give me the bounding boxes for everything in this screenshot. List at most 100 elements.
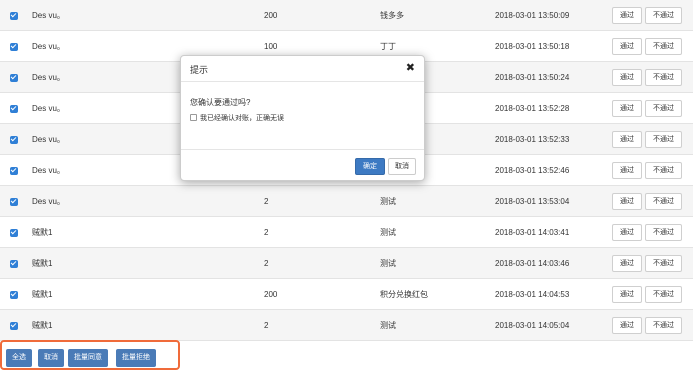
approve-button[interactable]: 通过 [612,7,642,25]
confirm-checkbox-row[interactable]: 我已经确认对账，正确无误 [190,113,415,123]
batch-reject-button[interactable]: 批量拒绝 [116,349,156,367]
row-description: 钱多多 [380,11,404,20]
table-row: 贼默1 2 测试 2018-03-01 14:05:04 通过 不通过 [0,310,693,341]
row-time: 2018-03-01 13:52:28 [495,104,570,113]
row-checkbox-cell [10,93,20,124]
row-checkbox-cell [10,0,20,31]
table-row: Des vu。 200 钱多多 2018-03-01 13:50:09 通过 不通过 [0,0,693,31]
row-checkbox-cell [10,217,20,248]
approve-button[interactable]: 通过 [612,286,642,304]
row-amount: 2 [264,228,269,237]
row-amount: 2 [264,259,269,268]
row-actions: 通过 不通过 [612,279,682,310]
row-name: 贼默1 [32,228,53,237]
approve-button[interactable]: 通过 [612,69,642,87]
row-actions: 通过 不通过 [612,217,682,248]
row-description: 测试 [380,321,396,330]
row-checkbox[interactable] [10,291,18,299]
row-name: 贼默1 [32,290,53,299]
reject-button[interactable]: 不通过 [645,7,682,25]
row-checkbox[interactable] [10,136,18,144]
ok-button[interactable]: 确定 [355,158,385,175]
dialog-title: 提示 [190,65,209,75]
row-description: 测试 [380,259,396,268]
approve-button[interactable]: 通过 [612,131,642,149]
row-checkbox-cell [10,248,20,279]
row-description: 测试 [380,197,396,206]
row-description: 测试 [380,228,396,237]
row-actions: 通过 不通过 [612,62,682,93]
reject-button[interactable]: 不通过 [645,286,682,304]
dialog-question: 您确认要通过吗? [190,98,251,107]
row-time: 2018-03-01 14:03:46 [495,259,570,268]
row-name: Des vu。 [32,42,65,51]
row-time: 2018-03-01 13:52:46 [495,166,570,175]
table-row: Des vu。 2 测试 2018-03-01 13:53:04 通过 不通过 [0,186,693,217]
approve-button[interactable]: 通过 [612,162,642,180]
row-time: 2018-03-01 13:50:18 [495,42,570,51]
row-actions: 通过 不通过 [612,31,682,62]
row-checkbox-cell [10,155,20,186]
close-icon[interactable]: ✖ [406,61,415,74]
approve-button[interactable]: 通过 [612,100,642,118]
approve-button[interactable]: 通过 [612,224,642,242]
approve-button[interactable]: 通过 [612,255,642,273]
row-actions: 通过 不通过 [612,93,682,124]
row-time: 2018-03-01 13:50:24 [495,73,570,82]
row-checkbox[interactable] [10,43,18,51]
row-time: 2018-03-01 14:05:04 [495,321,570,330]
row-name: Des vu。 [32,11,65,20]
row-actions: 通过 不通过 [612,155,682,186]
row-checkbox[interactable] [10,322,18,330]
row-checkbox[interactable] [10,167,18,175]
reject-button[interactable]: 不通过 [645,131,682,149]
batch-approve-button[interactable]: 批量同意 [68,349,108,367]
row-actions: 通过 不通过 [612,248,682,279]
row-amount: 200 [264,290,278,299]
reject-button[interactable]: 不通过 [645,162,682,180]
row-name: 贼默1 [32,321,53,330]
row-time: 2018-03-01 13:52:33 [495,135,570,144]
row-name: Des vu。 [32,73,65,82]
reject-button[interactable]: 不通过 [645,255,682,273]
row-checkbox[interactable] [10,260,18,268]
row-checkbox[interactable] [10,105,18,113]
row-checkbox-cell [10,310,20,341]
row-time: 2018-03-01 13:53:04 [495,197,570,206]
row-checkbox-cell [10,186,20,217]
reject-button[interactable]: 不通过 [645,100,682,118]
row-checkbox[interactable] [10,198,18,206]
row-checkbox[interactable] [10,12,18,20]
row-name: Des vu。 [32,135,65,144]
row-time: 2018-03-01 13:50:09 [495,11,570,20]
row-checkbox[interactable] [10,74,18,82]
table-row: 贼默1 200 积分兑换红包 2018-03-01 14:04:53 通过 不通过 [0,279,693,310]
reject-button[interactable]: 不通过 [645,317,682,335]
approve-button[interactable]: 通过 [612,193,642,211]
dialog-body: 您确认要通过吗? 我已经确认对账，正确无误 [181,82,424,150]
row-time: 2018-03-01 14:03:41 [495,228,570,237]
bulk-cancel-button[interactable]: 取消 [38,349,64,367]
row-checkbox[interactable] [10,229,18,237]
row-actions: 通过 不通过 [612,124,682,155]
confirm-checkbox[interactable] [190,114,197,121]
row-name: Des vu。 [32,197,65,206]
reject-button[interactable]: 不通过 [645,224,682,242]
row-description: 积分兑换红包 [380,290,428,299]
row-name: Des vu。 [32,104,65,113]
row-name: Des vu。 [32,166,65,175]
reject-button[interactable]: 不通过 [645,69,682,87]
row-checkbox-cell [10,31,20,62]
row-name: 贼默1 [32,259,53,268]
row-amount: 200 [264,11,278,20]
row-checkbox-cell [10,124,20,155]
row-actions: 通过 不通过 [612,310,682,341]
cancel-button[interactable]: 取消 [388,158,416,175]
approve-button[interactable]: 通过 [612,38,642,56]
dialog-header: 提示 ✖ [181,56,424,82]
reject-button[interactable]: 不通过 [645,38,682,56]
reject-button[interactable]: 不通过 [645,193,682,211]
select-all-button[interactable]: 全选 [6,349,32,367]
approve-button[interactable]: 通过 [612,317,642,335]
row-actions: 通过 不通过 [612,186,682,217]
